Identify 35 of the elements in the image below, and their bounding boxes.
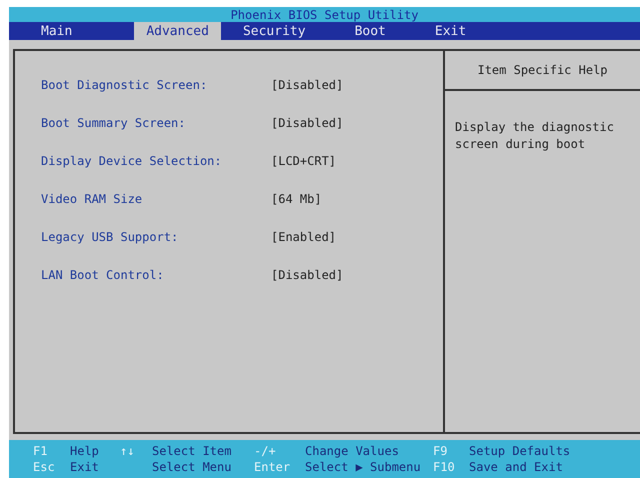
key-label: Enter [254,460,290,474]
menu-tab[interactable]: Boot [342,22,398,40]
menu-tab[interactable]: Main [29,22,84,40]
key-label: F9 [433,444,448,458]
setting-label[interactable]: Display Device Selection: [41,154,271,192]
help-title: Item Specific Help [477,63,608,77]
key-action: Help [70,444,99,458]
setting-value[interactable]: [LCD+CRT] [271,154,336,192]
setting-value[interactable]: [Disabled] [271,116,344,154]
key-label: F10 [433,460,455,474]
setting-label[interactable]: Boot Diagnostic Screen: [41,78,271,116]
key-action: Change Values [305,444,399,458]
key-action: Exit [70,460,99,474]
setting-value[interactable]: [64 Mb] [271,192,322,230]
key-label: Esc [33,460,55,474]
menu-tab[interactable]: Advanced [134,22,221,40]
setting-value[interactable]: [Disabled] [271,78,344,116]
setting-label[interactable]: Video RAM Size [41,192,271,230]
key-label: -/+ [254,444,276,458]
setting-value[interactable]: [Disabled] [271,268,344,306]
setting-label[interactable]: LAN Boot Control: [41,268,271,306]
setting-value[interactable]: [Enabled] [271,230,336,268]
menu-tab[interactable]: Security [230,22,318,40]
setting-label[interactable]: Boot Summary Screen: [41,116,271,154]
key-action: Save and Exit [469,460,563,474]
help-text: Display the diagnostic screen during boot [454,119,615,153]
key-action: Select Item [152,444,232,458]
key-action: Select ▶ Submenu [305,460,421,474]
window-title: Phoenix BIOS Setup Utility [230,8,418,22]
menu-tab[interactable]: Exit [422,22,478,40]
key-label: ↑↓ [120,444,134,458]
key-action: Select Menu [152,460,232,474]
key-action: Setup Defaults [469,444,570,458]
key-label: F1 [33,444,48,458]
setting-label[interactable]: Legacy USB Support: [41,230,271,268]
